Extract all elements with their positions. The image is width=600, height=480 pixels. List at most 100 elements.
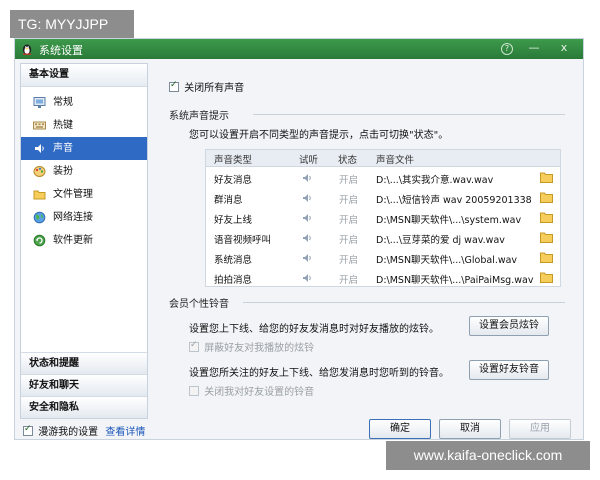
close-friend-ringtone-label: 关闭我对好友设置的铃音 xyxy=(204,387,315,398)
sound-file: D:\MSN聊天软件\...\system.wav xyxy=(376,215,522,226)
browse-folder-icon[interactable] xyxy=(540,172,553,183)
sound-status[interactable]: 开启 xyxy=(339,212,358,226)
sidebar-item-file-management[interactable]: 文件管理 xyxy=(21,183,147,206)
sound-file: D:\...\其实我介意.wav.wav xyxy=(376,175,494,186)
globe-icon xyxy=(33,211,46,224)
table-row[interactable]: 好友上线 开启 D:\MSN聊天软件\...\system.wav xyxy=(206,208,560,228)
sound-status[interactable]: 开启 xyxy=(339,192,358,206)
sidebar-item-hotkey[interactable]: 热键 xyxy=(21,114,147,137)
sound-type: 好友消息 xyxy=(214,175,253,186)
section-divider xyxy=(243,302,565,303)
roam-settings-checkbox[interactable] xyxy=(23,424,33,436)
sidebar-item-skin[interactable]: 装扮 xyxy=(21,160,147,183)
column-header-file: 声音文件 xyxy=(376,155,415,166)
sound-file: D:\...\豆芽菜的爱 dj wav.wav xyxy=(376,235,505,246)
sound-table: 声音类型 试听 状态 声音文件 好友消息 开启 D:\...\其实我介意.wav… xyxy=(205,149,561,287)
monitor-icon xyxy=(33,97,46,108)
mute-all-row[interactable]: 关闭所有声音 xyxy=(169,79,244,94)
block-ringtone-row[interactable]: 屏蔽好友对我播放的炫铃 xyxy=(189,339,314,354)
preview-speaker-icon[interactable] xyxy=(302,193,312,203)
sidebar-group-security[interactable]: 安全和隐私 xyxy=(21,396,147,418)
palette-icon xyxy=(33,166,46,177)
table-row[interactable]: 好友消息 开启 D:\...\其实我介意.wav.wav xyxy=(206,168,560,188)
system-sound-description: 您可以设置开启不同类型的声音提示，点击可切换"状态"。 xyxy=(189,130,449,141)
member-ringtone-section-title: 会员个性铃音 xyxy=(169,299,229,310)
close-friend-ringtone-checkbox[interactable] xyxy=(189,385,199,396)
view-details-link[interactable]: 查看详情 xyxy=(105,427,145,438)
column-header-status: 状态 xyxy=(338,155,358,166)
sidebar-item-update[interactable]: 软件更新 xyxy=(21,229,147,252)
sound-type: 群消息 xyxy=(214,195,243,206)
browse-folder-icon[interactable] xyxy=(540,232,553,243)
sidebar-item-label: 常规 xyxy=(53,97,73,108)
mute-all-label: 关闭所有声音 xyxy=(184,83,245,94)
browse-folder-icon[interactable] xyxy=(540,252,553,263)
sidebar-item-sound[interactable]: 声音 xyxy=(21,137,147,160)
set-friend-ringtone-button[interactable]: 设置好友铃音 xyxy=(469,360,549,380)
preview-speaker-icon[interactable] xyxy=(302,173,312,183)
set-member-ringtone-button[interactable]: 设置会员炫铃 xyxy=(469,316,549,336)
friend-ringtone-description: 设置您所关注的好友上下线、给您发消息时您听到的铃音。 xyxy=(189,368,449,379)
sound-table-header: 声音类型 试听 状态 声音文件 xyxy=(206,150,560,167)
sound-file: D:\MSN聊天软件\...\PaiPaiMsg.wav xyxy=(376,275,534,286)
cancel-button[interactable]: 取消 xyxy=(439,419,501,439)
sound-type: 语音视频呼叫 xyxy=(214,235,272,246)
keyboard-icon xyxy=(33,121,46,130)
website-watermark: www.kaifa-oneclick.com xyxy=(386,441,590,470)
preview-speaker-icon[interactable] xyxy=(302,233,312,243)
preview-speaker-icon[interactable] xyxy=(302,213,312,223)
system-sound-section-title: 系统声音提示 xyxy=(169,111,229,122)
sound-type: 系统消息 xyxy=(214,255,253,266)
sidebar-group-status[interactable]: 状态和提醒 xyxy=(21,352,147,374)
block-ringtone-label: 屏蔽好友对我播放的炫铃 xyxy=(204,343,315,354)
preview-speaker-icon[interactable] xyxy=(302,253,312,263)
table-row[interactable]: 系统消息 开启 D:\MSN聊天软件\...\Global.wav xyxy=(206,248,560,268)
section-divider xyxy=(253,114,565,115)
folder-icon xyxy=(33,190,46,200)
sidebar-item-general[interactable]: 常规 xyxy=(21,91,147,114)
preview-speaker-icon[interactable] xyxy=(302,273,312,283)
browse-folder-icon[interactable] xyxy=(540,192,553,203)
browse-folder-icon[interactable] xyxy=(540,272,553,283)
sidebar-group-friends-chat[interactable]: 好友和聊天 xyxy=(21,374,147,396)
sound-type: 好友上线 xyxy=(214,215,253,226)
sound-settings-panel: 关闭所有声音 系统声音提示 您可以设置开启不同类型的声音提示，点击可切换"状态"… xyxy=(155,63,577,419)
sound-status[interactable]: 开启 xyxy=(339,272,358,286)
sidebar-item-label: 软件更新 xyxy=(53,235,93,246)
sound-status[interactable]: 开启 xyxy=(339,172,358,186)
tg-overlay-tag: TG: MYYJJPP xyxy=(10,10,134,38)
update-icon xyxy=(33,234,46,247)
sound-file: D:\...\短信铃声 wav 20059201338 xyxy=(376,195,532,206)
help-button[interactable]: ? xyxy=(501,43,513,55)
table-row[interactable]: 语音视频呼叫 开启 D:\...\豆芽菜的爱 dj wav.wav xyxy=(206,228,560,248)
browse-folder-icon[interactable] xyxy=(540,212,553,223)
sound-status[interactable]: 开启 xyxy=(339,232,358,246)
sound-file: D:\MSN聊天软件\...\Global.wav xyxy=(376,255,518,266)
apply-button[interactable]: 应用 xyxy=(509,419,571,439)
sidebar-item-label: 热键 xyxy=(53,120,73,131)
roam-settings-row[interactable]: 漫游我的设置 查看详情 xyxy=(23,423,145,438)
roam-settings-label: 漫游我的设置 xyxy=(38,427,99,438)
block-ringtone-checkbox[interactable] xyxy=(189,340,199,352)
window-title: 系统设置 xyxy=(39,44,83,57)
sidebar-item-label: 网络连接 xyxy=(53,212,93,223)
settings-sidebar: 基本设置 常规 热键 声音 装扮 文件管理 网络连接 软件更新 状态和提醒 好友… xyxy=(20,63,148,419)
close-friend-ringtone-row[interactable]: 关闭我对好友设置的铃音 xyxy=(189,383,314,398)
close-button[interactable]: x xyxy=(557,41,571,55)
sidebar-header-basic[interactable]: 基本设置 xyxy=(21,64,147,87)
member-ringtone-description: 设置您上下线、给您的好友发消息时对好友播放的炫铃。 xyxy=(189,324,439,335)
mute-all-checkbox[interactable] xyxy=(169,80,179,92)
table-row[interactable]: 群消息 开启 D:\...\短信铃声 wav 20059201338 xyxy=(206,188,560,208)
sidebar-item-label: 声音 xyxy=(53,143,73,154)
sidebar-item-label: 文件管理 xyxy=(53,189,93,200)
minimize-button[interactable]: — xyxy=(527,41,541,55)
sidebar-item-network[interactable]: 网络连接 xyxy=(21,206,147,229)
ok-button[interactable]: 确定 xyxy=(369,419,431,439)
table-row[interactable]: 拍拍消息 开启 D:\MSN聊天软件\...\PaiPaiMsg.wav xyxy=(206,268,560,288)
speaker-icon xyxy=(35,144,44,153)
title-bar[interactable]: 系统设置 ? — x xyxy=(15,39,583,59)
sound-status[interactable]: 开启 xyxy=(339,252,358,266)
footer-bar: 漫游我的设置 查看详情 确定 取消 应用 xyxy=(15,419,583,440)
settings-window: 系统设置 ? — x 基本设置 常规 热键 声音 装扮 文件管理 网络连接 软件… xyxy=(14,38,584,440)
app-penguin-icon xyxy=(22,44,32,55)
